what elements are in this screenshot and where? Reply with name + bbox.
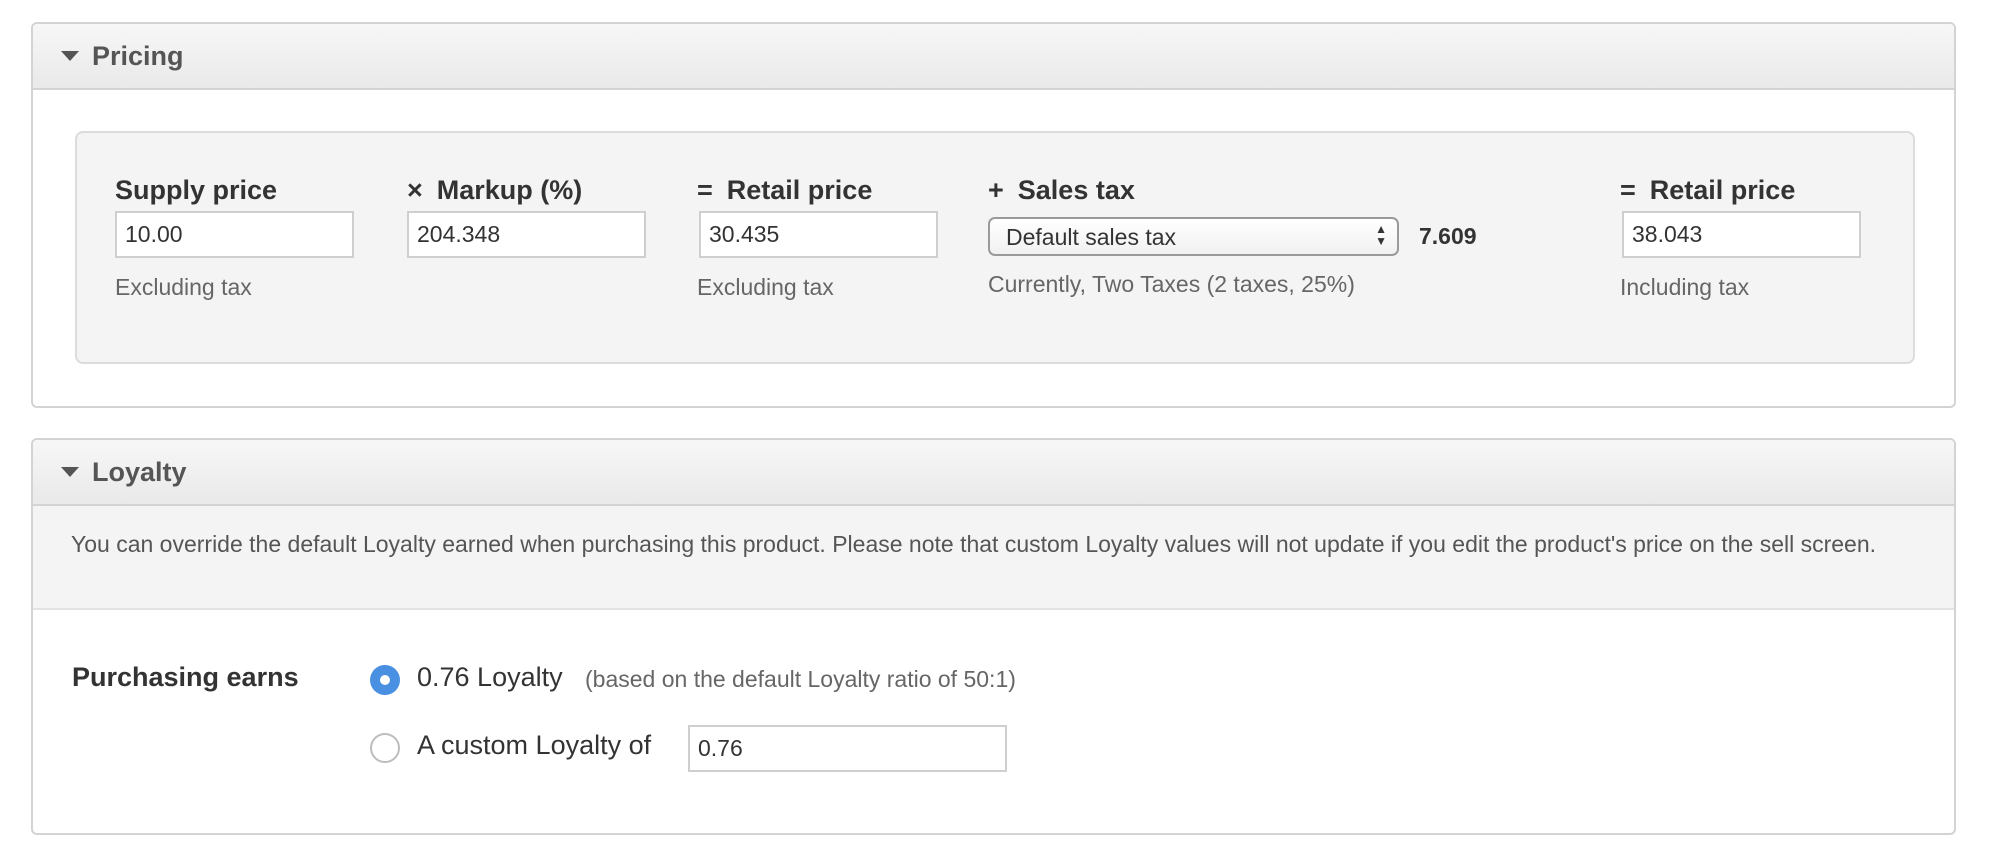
retail-price-incl-label: = Retail price bbox=[1620, 175, 1861, 211]
markup-input[interactable] bbox=[407, 211, 646, 258]
loyalty-panel: Loyalty You can override the default Loy… bbox=[31, 438, 1956, 835]
custom-loyalty-radio[interactable] bbox=[370, 733, 400, 763]
supply-price-column: Supply price Excluding tax bbox=[115, 175, 354, 301]
sales-tax-amount: 7.609 bbox=[1419, 223, 1477, 249]
price-calculator: Supply price Excluding tax × Markup (%) =… bbox=[75, 131, 1915, 364]
markup-label-text: Markup (%) bbox=[436, 175, 583, 205]
retail-price-excl-note: Excluding tax bbox=[697, 274, 834, 300]
collapse-caret-icon[interactable] bbox=[61, 51, 79, 61]
pricing-panel-title: Pricing bbox=[92, 41, 184, 71]
markup-label: × Markup (%) bbox=[407, 175, 646, 211]
default-loyalty-label[interactable]: 0.76 Loyalty bbox=[417, 662, 563, 693]
sales-tax-select[interactable]: Default sales tax ▲ ▼ bbox=[988, 217, 1399, 256]
select-arrows-icon: ▲ ▼ bbox=[1375, 222, 1387, 248]
sales-tax-label: + Sales tax bbox=[988, 175, 1399, 211]
supply-price-label: Supply price bbox=[115, 175, 278, 205]
purchasing-earns-label: Purchasing earns bbox=[72, 662, 299, 692]
loyalty-panel-header[interactable]: Loyalty bbox=[33, 440, 1954, 506]
sales-tax-label-text: Sales tax bbox=[1017, 175, 1135, 205]
loyalty-panel-title: Loyalty bbox=[92, 457, 187, 487]
default-loyalty-radio[interactable] bbox=[370, 665, 400, 695]
plus-operator: + bbox=[988, 175, 1004, 205]
markup-column: × Markup (%) bbox=[407, 175, 646, 258]
sales-tax-note: Currently, Two Taxes (2 taxes, 25%) bbox=[988, 271, 1355, 297]
retail-price-excl-column: = Retail price Excluding tax bbox=[697, 175, 938, 301]
loyalty-note: You can override the default Loyalty ear… bbox=[33, 506, 1954, 610]
sales-tax-column: + Sales tax Default sales tax ▲ ▼ 7.609 Cu… bbox=[988, 175, 1477, 298]
supply-price-input[interactable] bbox=[115, 211, 354, 258]
pricing-panel-header[interactable]: Pricing bbox=[33, 24, 1954, 90]
retail-price-incl-label-text: Retail price bbox=[1649, 175, 1796, 205]
retail-price-excl-label: = Retail price bbox=[697, 175, 938, 211]
sales-tax-selected-value: Default sales tax bbox=[1006, 224, 1177, 250]
default-loyalty-hint: (based on the default Loyalty ratio of 5… bbox=[585, 666, 1016, 692]
retail-price-incl-column: = Retail price Including tax bbox=[1620, 175, 1861, 301]
retail-price-incl-input[interactable] bbox=[1622, 211, 1861, 258]
collapse-caret-icon[interactable] bbox=[61, 467, 79, 477]
supply-price-note: Excluding tax bbox=[115, 274, 252, 300]
equals-operator: = bbox=[697, 175, 713, 205]
retail-price-incl-note: Including tax bbox=[1620, 274, 1750, 300]
pricing-panel: Pricing Supply price Excluding tax × Mark… bbox=[31, 22, 1956, 408]
multiply-operator: × bbox=[407, 175, 423, 205]
retail-price-excl-input[interactable] bbox=[699, 211, 938, 258]
custom-loyalty-label[interactable]: A custom Loyalty of bbox=[417, 730, 651, 761]
retail-price-excl-label-text: Retail price bbox=[726, 175, 873, 205]
custom-loyalty-input[interactable] bbox=[688, 725, 1007, 772]
equals-operator: = bbox=[1620, 175, 1636, 205]
